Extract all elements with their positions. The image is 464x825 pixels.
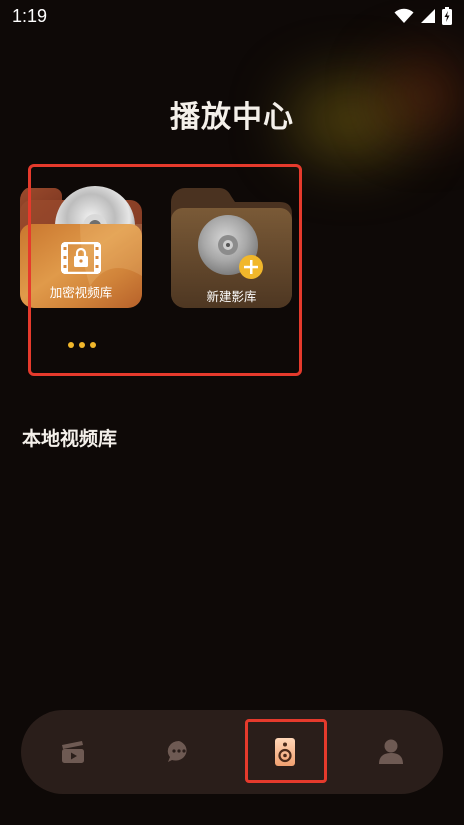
wifi-icon bbox=[394, 8, 414, 23]
battery-charging-icon bbox=[442, 7, 452, 25]
page-title: 播放中心 bbox=[170, 100, 294, 135]
nav-item-messages[interactable] bbox=[139, 710, 219, 794]
nav-item-profile[interactable] bbox=[351, 710, 431, 794]
status-time: 1:19 bbox=[12, 5, 48, 26]
film-clapper-icon bbox=[62, 741, 84, 763]
nav-highlight bbox=[245, 719, 327, 783]
user-icon bbox=[379, 739, 403, 764]
status-icons bbox=[394, 7, 452, 25]
status-bar: 1:19 bbox=[0, 0, 464, 32]
cards-highlight bbox=[28, 164, 302, 376]
signal-icon bbox=[421, 9, 435, 23]
section-title: 本地视频库 bbox=[22, 428, 118, 450]
nav-item-video[interactable] bbox=[33, 710, 113, 794]
chat-bubble-icon bbox=[167, 740, 187, 762]
bottom-nav bbox=[21, 710, 443, 794]
